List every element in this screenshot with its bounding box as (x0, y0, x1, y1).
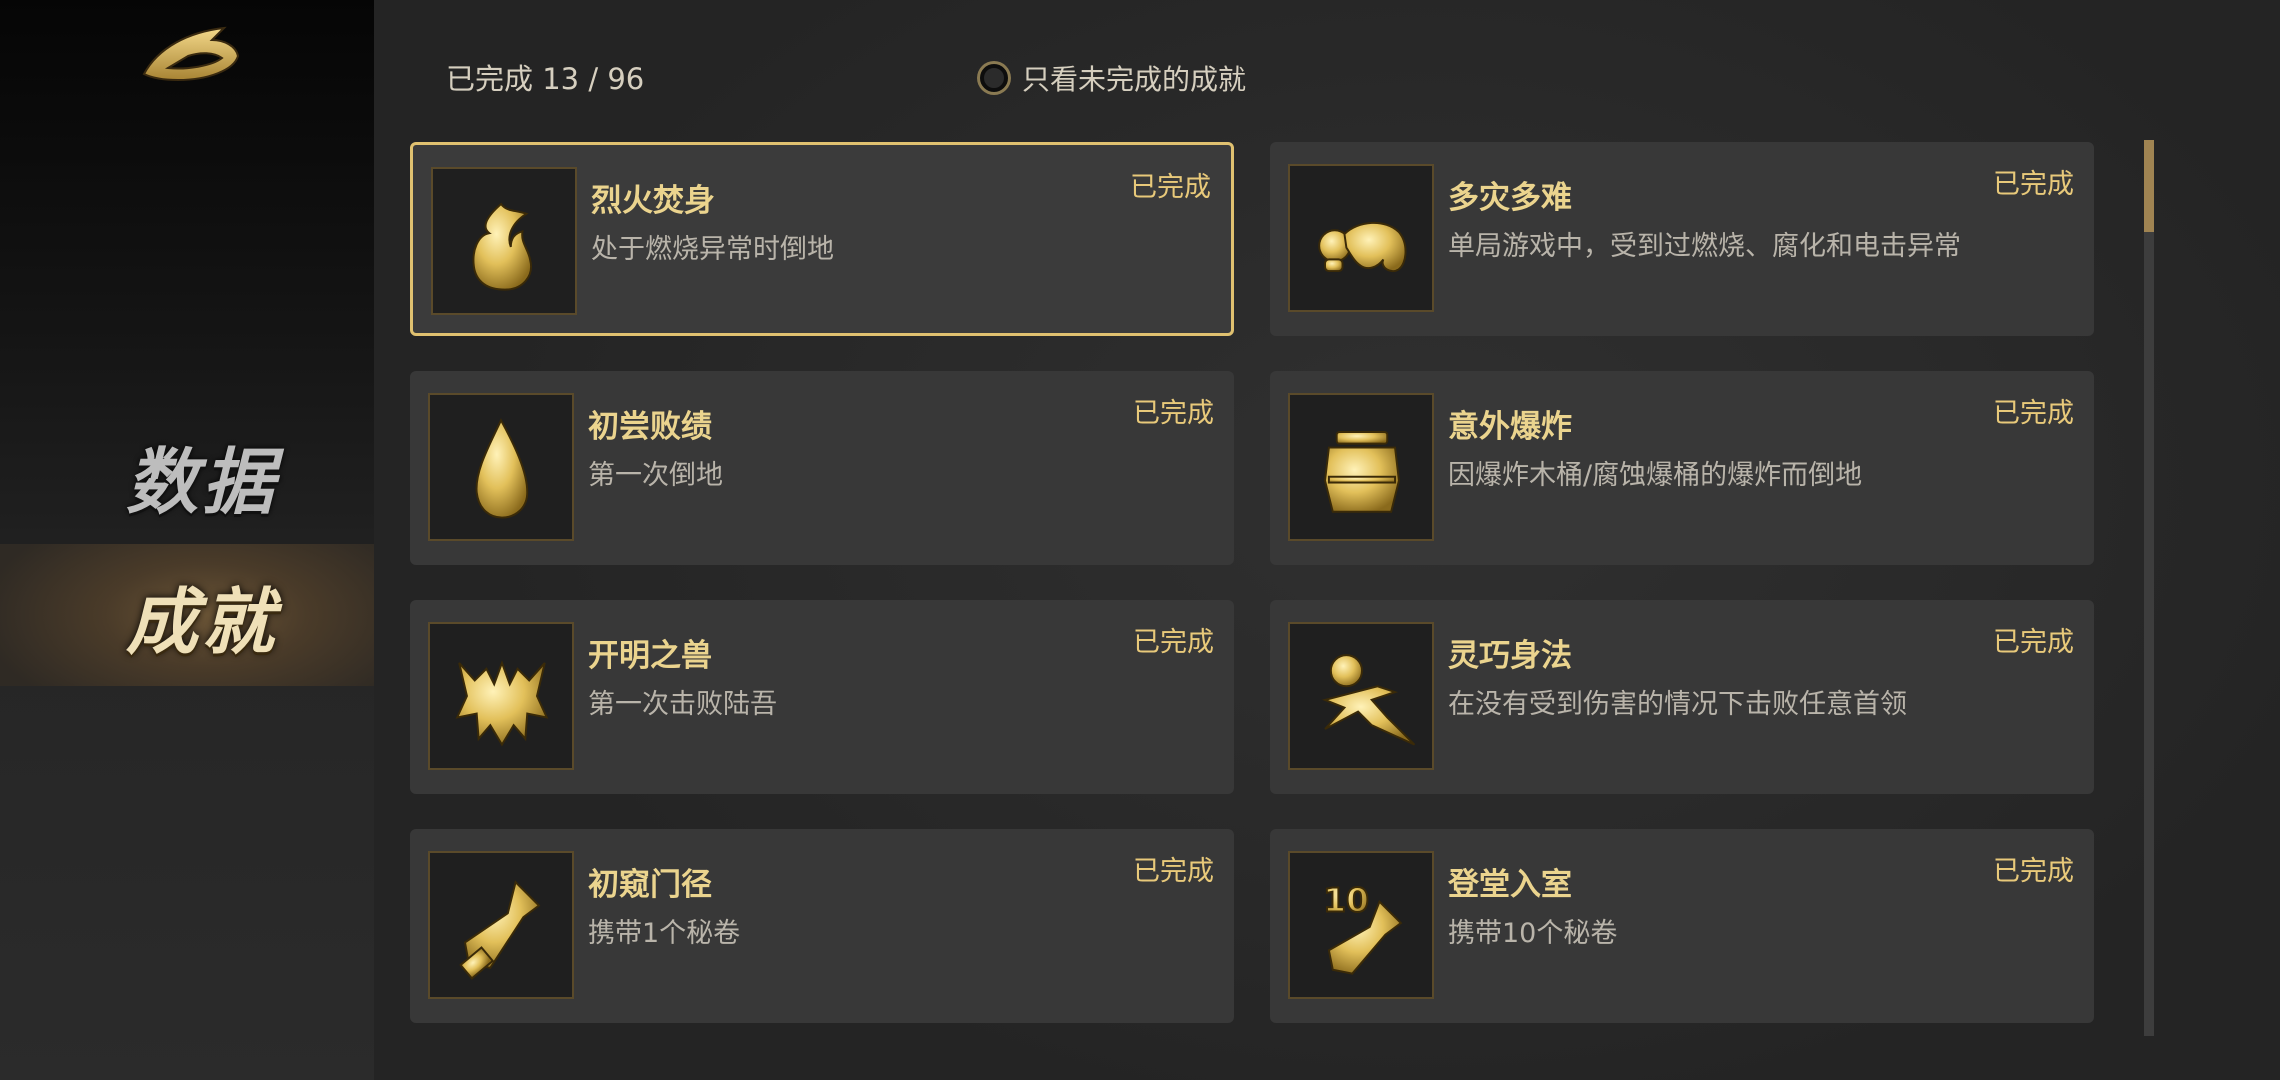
nav-data[interactable]: 数据 (0, 404, 374, 546)
achievement-title: 登堂入室 (1448, 867, 1572, 903)
achievement-card[interactable]: 烈火焚身处于燃烧异常时倒地 已完成 (410, 142, 1234, 336)
achievement-card[interactable]: 10 登堂入室携带10个秘卷 已完成 (1270, 829, 2094, 1023)
nav-achievements-label: 成就 (125, 578, 278, 664)
sidebar: 数据 成就 (0, 0, 374, 1080)
scroll-icon (428, 851, 574, 999)
achievement-card[interactable]: 多灾多难单局游戏中，受到过燃烧、腐化和电击异常 已完成 (1270, 142, 2094, 336)
scrollbar-thumb[interactable] (2144, 140, 2154, 232)
achievement-title: 意外爆炸 (1448, 409, 1572, 445)
progress-label: 已完成 13 / 96 (446, 62, 645, 96)
filter-incomplete-toggle[interactable]: 只看未完成的成就 (980, 58, 1246, 98)
achievement-status: 已完成 (1993, 169, 2074, 200)
scrollbar[interactable] (2144, 140, 2154, 1036)
achievement-status: 已完成 (1993, 856, 2074, 887)
achievement-title: 烈火焚身 (591, 183, 715, 219)
achievement-description: 处于燃烧异常时倒地 (591, 234, 834, 265)
beast-mask-icon (428, 622, 574, 770)
achievement-status: 已完成 (1130, 172, 1211, 203)
achievement-description: 单局游戏中，受到过燃烧、腐化和电击异常 (1448, 231, 1961, 262)
flame-icon (431, 167, 577, 315)
achievement-card[interactable]: 初窥门径携带1个秘卷 已完成 (410, 829, 1234, 1023)
achievement-status: 已完成 (1133, 398, 1214, 429)
achievement-card[interactable]: 初尝败绩第一次倒地 已完成 (410, 371, 1234, 565)
svg-text:10: 10 (1323, 880, 1369, 919)
achievement-description: 因爆炸木桶/腐蚀爆桶的爆炸而倒地 (1448, 460, 1863, 491)
achievement-description: 第一次击败陆吾 (588, 689, 777, 720)
achievement-title: 多灾多难 (1448, 180, 1572, 216)
scroll-ten-icon: 10 (1288, 851, 1434, 999)
achievement-description: 携带10个秘卷 (1448, 918, 1618, 949)
crawling-figure-icon (1288, 164, 1434, 312)
dodging-figure-icon (1288, 622, 1434, 770)
achievement-status: 已完成 (1133, 627, 1214, 658)
achievement-card[interactable]: 开明之兽第一次击败陆吾 已完成 (410, 600, 1234, 794)
achievement-card[interactable]: 意外爆炸因爆炸木桶/腐蚀爆桶的爆炸而倒地 已完成 (1270, 371, 2094, 565)
drop-icon (428, 393, 574, 541)
radio-button[interactable] (980, 64, 1008, 92)
achievement-description: 携带1个秘卷 (588, 918, 741, 949)
achievement-card[interactable]: 灵巧身法在没有受到伤害的情况下击败任意首领 已完成 (1270, 600, 2094, 794)
barrel-icon (1288, 393, 1434, 541)
achievement-title: 初窥门径 (588, 867, 712, 903)
nav-achievements[interactable]: 成就 (0, 544, 374, 686)
achievement-title: 开明之兽 (588, 638, 712, 674)
achievement-status: 已完成 (1993, 398, 2074, 429)
achievement-status: 已完成 (1993, 627, 2074, 658)
achievement-description: 在没有受到伤害的情况下击败任意首领 (1448, 689, 1907, 720)
achievement-description: 第一次倒地 (588, 460, 723, 491)
achievement-title: 灵巧身法 (1448, 638, 1572, 674)
filter-label: 只看未完成的成就 (1022, 63, 1247, 96)
achievement-title: 初尝败绩 (588, 409, 712, 445)
nav-data-label: 数据 (125, 438, 278, 524)
achievement-status: 已完成 (1133, 856, 1214, 887)
back-arrow-icon[interactable] (138, 18, 244, 90)
